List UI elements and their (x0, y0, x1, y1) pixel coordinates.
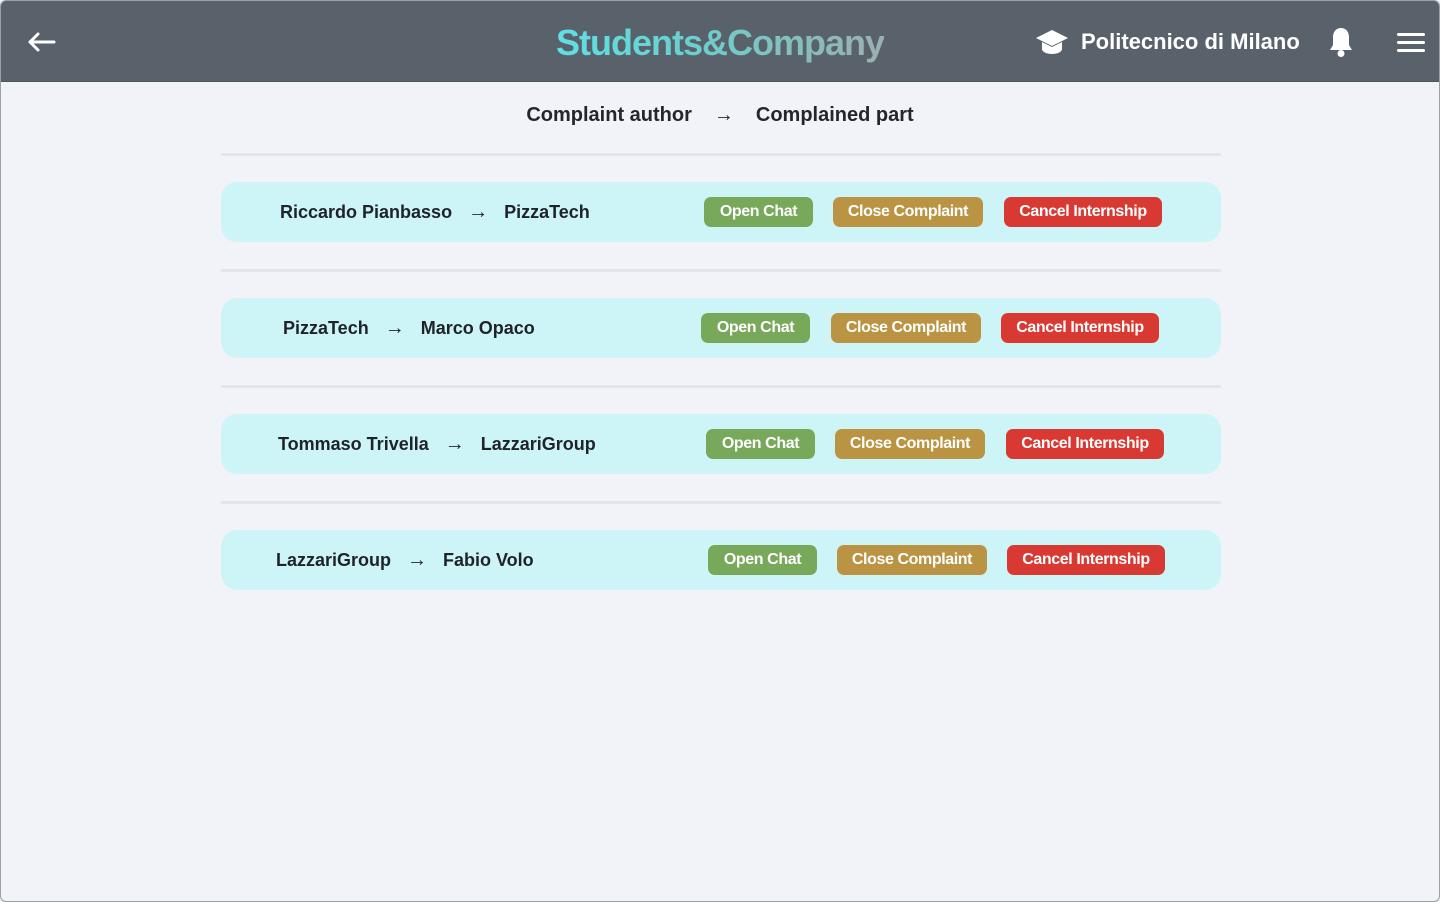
complaint-row: LazzariGroup → Fabio Volo Open Chat Clos… (221, 530, 1221, 590)
brand-logo[interactable]: Students&Company (556, 22, 885, 63)
open-chat-button[interactable]: Open Chat (704, 197, 813, 227)
complaint-author: PizzaTech (283, 317, 369, 338)
divider (221, 269, 1221, 272)
complaint-arrow: → (444, 432, 465, 455)
cancel-internship-button[interactable]: Cancel Internship (1006, 429, 1164, 459)
close-complaint-button[interactable]: Close Complaint (837, 545, 987, 575)
university-name: Politecnico di Milano (1081, 29, 1300, 54)
complaint-row: Riccardo Pianbasso → PizzaTech Open Chat… (221, 182, 1221, 242)
close-complaint-button[interactable]: Close Complaint (831, 313, 981, 343)
complaint-row: PizzaTech → Marco Opaco Open Chat Close … (221, 298, 1221, 358)
bell-icon (1330, 28, 1352, 57)
complaint-arrow: → (407, 548, 428, 571)
complained-part: Marco Opaco (420, 317, 535, 338)
complaint-parties: Tommaso Trivella → LazzariGroup (278, 414, 596, 474)
open-chat-button[interactable]: Open Chat (701, 313, 810, 343)
complaint-arrow: → (384, 316, 405, 339)
top-navigation-bar: Students&Company Politecnico di Milano (1, 1, 1439, 82)
hamburger-menu-icon (1397, 33, 1425, 52)
divider (221, 501, 1221, 504)
complaint-parties: Riccardo Pianbasso → PizzaTech (280, 182, 590, 242)
complained-part-header: Complained part (755, 103, 914, 126)
divider (221, 385, 1221, 388)
close-complaint-button[interactable]: Close Complaint (835, 429, 985, 459)
university-selector[interactable]: Politecnico di Milano (1035, 25, 1300, 59)
header-arrow: → (713, 103, 734, 126)
open-chat-button[interactable]: Open Chat (706, 429, 815, 459)
cancel-internship-button[interactable]: Cancel Internship (1007, 545, 1165, 575)
complaint-author-header: Complaint author (526, 103, 692, 126)
menu-button[interactable] (1393, 27, 1429, 57)
complaint-author: LazzariGroup (276, 549, 392, 570)
column-header: Complaint author → Complained part (1, 101, 1439, 129)
cancel-internship-button[interactable]: Cancel Internship (1001, 313, 1159, 343)
notifications-button[interactable] (1325, 25, 1357, 59)
complaint-author: Riccardo Pianbasso (280, 201, 453, 222)
graduation-cap-icon (1036, 30, 1068, 54)
arrow-left-icon (28, 32, 56, 52)
app-window: Students&Company Politecnico di Milano C (0, 0, 1440, 902)
complaint-parties: LazzariGroup → Fabio Volo (276, 530, 534, 590)
complained-part: Fabio Volo (443, 549, 534, 570)
divider (221, 153, 1221, 156)
complained-part: LazzariGroup (480, 433, 596, 454)
cancel-internship-button[interactable]: Cancel Internship (1004, 197, 1162, 227)
open-chat-button[interactable]: Open Chat (708, 545, 817, 575)
complained-part: PizzaTech (504, 201, 590, 222)
back-button[interactable] (23, 27, 59, 57)
close-complaint-button[interactable]: Close Complaint (833, 197, 983, 227)
complaint-arrow: → (468, 200, 489, 223)
complaint-parties: PizzaTech → Marco Opaco (283, 298, 535, 358)
complaint-row: Tommaso Trivella → LazzariGroup Open Cha… (221, 414, 1221, 474)
complaint-author: Tommaso Trivella (278, 433, 429, 454)
